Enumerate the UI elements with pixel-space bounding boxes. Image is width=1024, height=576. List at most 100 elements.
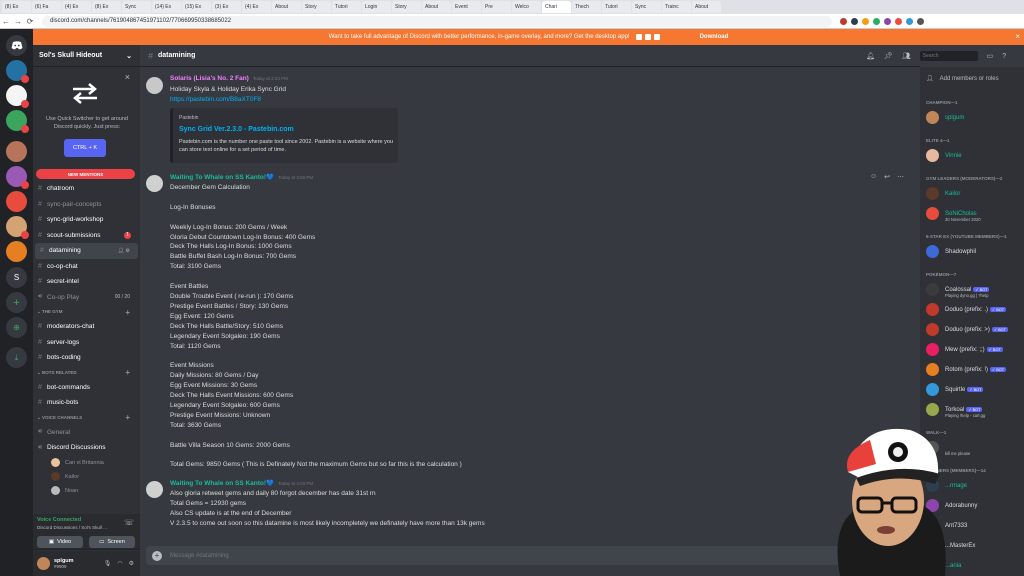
browser-tab[interactable]: Welco	[512, 1, 541, 13]
profile-icon[interactable]	[917, 17, 924, 25]
url-field[interactable]: discord.com/channels/761904867451971102/…	[42, 15, 832, 27]
add-reaction-icon[interactable]: ☺	[870, 173, 877, 181]
channel-co-op-chat[interactable]: # co-op-chat	[33, 259, 140, 275]
avatar[interactable]	[146, 481, 163, 498]
member-item[interactable]: Coalossal ✓ BOT Playing dyno.gg | ?help	[926, 283, 990, 298]
avatar[interactable]	[146, 175, 163, 192]
voice-user[interactable]: Noan	[33, 484, 140, 498]
server-icon[interactable]	[6, 141, 27, 162]
server-icon[interactable]	[6, 110, 29, 133]
upload-plus-icon[interactable]: +	[152, 550, 162, 561]
ctrl-k-button[interactable]: CTRL + K	[64, 139, 106, 157]
discord-home-icon[interactable]	[6, 35, 27, 56]
video-button[interactable]: ▣ Video	[37, 536, 83, 548]
member-item[interactable]: SoNiCholas 30 November 2020	[926, 207, 981, 222]
server-icon[interactable]	[6, 60, 29, 83]
browser-tab[interactable]: (3) Ex	[212, 1, 241, 13]
member-item[interactable]: Doduo (prefix: >) ✓ BOT	[926, 323, 1008, 336]
member-item[interactable]: Shadowphil	[926, 245, 976, 258]
help-icon[interactable]: ?	[1002, 53, 1006, 60]
pin-icon[interactable]: 📌︎	[884, 52, 893, 60]
voice-user[interactable]: Kailor	[33, 470, 140, 484]
browser-tab[interactable]: About	[692, 1, 721, 13]
channel-secret-intel[interactable]: # secret-intel	[33, 274, 140, 290]
extension-icon[interactable]	[884, 17, 891, 25]
reply-icon[interactable]: ↩	[884, 173, 890, 181]
close-icon[interactable]: ×	[1015, 32, 1020, 41]
browser-tab[interactable]: Trainc	[662, 1, 691, 13]
channel-category[interactable]: ⌄ THE GYM +	[33, 305, 140, 319]
server-icon[interactable]	[6, 166, 29, 189]
browser-tab[interactable]: Story	[302, 1, 331, 13]
server-icon[interactable]	[6, 216, 29, 239]
avatar[interactable]	[146, 77, 163, 94]
extension-icon[interactable]	[851, 17, 858, 25]
browser-tab[interactable]: Thech	[572, 1, 601, 13]
browser-tab[interactable]: (8) Ex	[92, 1, 121, 13]
browser-tab[interactable]: About	[422, 1, 451, 13]
invite-gear-icons[interactable]: 👤︎ ⚙	[118, 248, 130, 254]
add-channel-icon[interactable]: +	[125, 308, 130, 317]
bell-icon[interactable]: 🔔︎	[866, 52, 875, 60]
server-initial-icon[interactable]: S	[6, 267, 27, 288]
browser-tab[interactable]: (6) Fa	[32, 1, 61, 13]
voice-channel-path[interactable]: Discord Discussions / Sol's Skull ...	[37, 525, 107, 530]
member-item[interactable]: Vinnie	[926, 149, 962, 162]
download-apps-icon[interactable]: ⤓	[6, 347, 27, 368]
browser-tab[interactable]: (4) Ex	[242, 1, 271, 13]
channel-scout-submissions[interactable]: # scout-submissions 1	[33, 228, 140, 244]
browser-tab[interactable]: Tutori	[332, 1, 361, 13]
browser-tab[interactable]: (8) Ex	[2, 1, 31, 13]
message-author[interactable]: Waiting To Whale on SS Kanto!💙	[170, 480, 274, 487]
member-item[interactable]: Doduo (prefix: .) ✓ BOT	[926, 303, 1007, 316]
screen-share-button[interactable]: ▭ Screen	[89, 536, 135, 548]
search-input[interactable]: Search	[919, 51, 978, 61]
channel-category[interactable]: ⌄ VOICE CHANNELS +	[33, 411, 140, 425]
browser-tab[interactable]: Pre	[482, 1, 511, 13]
member-item[interactable]: Squirtle ✓ BOT	[926, 383, 984, 396]
browser-tab[interactable]: Chari	[542, 1, 571, 13]
extension-icon[interactable]	[862, 17, 869, 25]
channel-co-op-play[interactable]: 🔊︎ Co-op Play 00 / 20	[33, 290, 140, 306]
forward-icon[interactable]: →	[12, 17, 24, 26]
browser-tab[interactable]: Sync	[122, 1, 151, 13]
microphone-icon[interactable]: 🎙︎	[104, 560, 112, 567]
embed-title[interactable]: Sync Grid Ver.2.3.0 - Pastebin.com	[179, 126, 294, 133]
close-icon[interactable]: ×	[125, 72, 130, 82]
channel-chatroom[interactable]: # chatroom	[33, 181, 140, 197]
voice-user[interactable]: Can vi Britannia	[33, 456, 140, 470]
channel-server-logs[interactable]: # server-logs	[33, 335, 140, 351]
browser-tab[interactable]: Sync	[632, 1, 661, 13]
avatar[interactable]	[37, 557, 50, 570]
extension-icon[interactable]	[895, 17, 902, 25]
channel-category[interactable]: ⌄ BOTS RELATED +	[33, 366, 140, 380]
members-icon[interactable]: 👥︎	[902, 52, 911, 60]
channel-datamining[interactable]: # datamining 👤︎ ⚙	[35, 243, 138, 259]
new-mentions-bar[interactable]: NEW MENTIONS	[36, 169, 135, 179]
browser-tab[interactable]: Story	[392, 1, 421, 13]
channel-discord-discussions[interactable]: 🔊︎ Discord Discussions	[33, 440, 140, 456]
add-channel-icon[interactable]: +	[125, 413, 130, 422]
add-members-button[interactable]: 👤︎ Add members or roles	[926, 75, 999, 83]
extension-icon[interactable]	[906, 17, 913, 25]
back-icon[interactable]: ←	[0, 17, 12, 26]
more-options-icon[interactable]: ⋯	[897, 173, 904, 181]
message-composer[interactable]: + Message #datamining	[146, 546, 914, 565]
channel-moderators-chat[interactable]: # moderators-chat	[33, 319, 140, 335]
browser-tab[interactable]: Event	[452, 1, 481, 13]
headphones-icon[interactable]: ◠	[117, 560, 122, 567]
server-icon[interactable]	[6, 191, 27, 212]
add-server-icon[interactable]: +	[6, 292, 27, 313]
message-author[interactable]: Waiting To Whale on SS Kanto!💙	[170, 174, 274, 181]
message-author[interactable]: Solaris (Lisia's No. 2 Fan)	[170, 75, 249, 82]
browser-tab[interactable]: Login	[362, 1, 391, 13]
extension-icon[interactable]	[873, 17, 880, 25]
guild-header[interactable]: Sol's Skull Hideout ⌄	[33, 45, 140, 67]
explore-servers-icon[interactable]: ⊕	[6, 317, 27, 338]
reload-icon[interactable]: ⟳	[24, 17, 36, 26]
channel-music-bots[interactable]: # music-bots	[33, 395, 140, 411]
server-icon[interactable]	[6, 85, 29, 108]
browser-tab[interactable]: (15) Ex	[182, 1, 211, 13]
browser-tab[interactable]: (4) Ex	[62, 1, 91, 13]
channel-sync-grid-workshop[interactable]: # sync-grid-workshop	[33, 212, 140, 228]
